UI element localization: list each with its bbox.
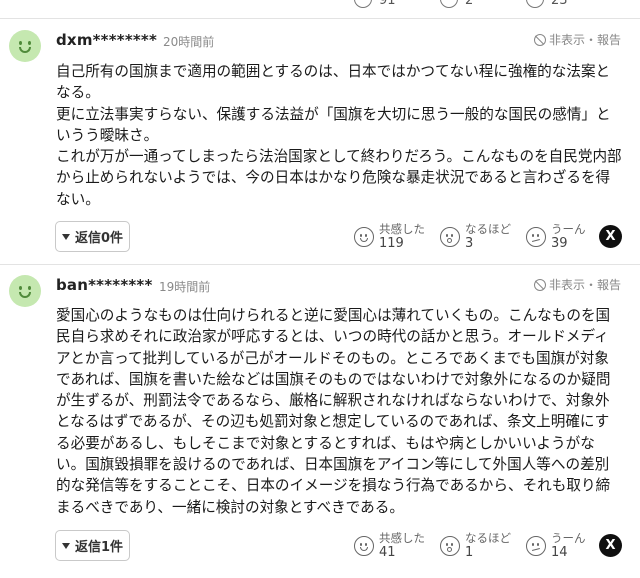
frown-icon — [526, 227, 546, 247]
reaction-uun[interactable]: うーん 39 — [526, 221, 588, 255]
reaction-label: 共感した — [379, 531, 425, 545]
ban-icon — [533, 278, 546, 291]
reaction-naruhodo[interactable]: なるほど 3 — [440, 221, 511, 255]
reaction-count: 91 — [379, 0, 396, 8]
hide-report-label: 非表示・報告 — [548, 33, 621, 47]
surprised-icon — [440, 227, 460, 247]
previous-comment-reactions: 91 2 23 — [0, 0, 640, 18]
frown-icon[interactable] — [526, 0, 544, 8]
comment-username[interactable]: dxm******** — [56, 31, 157, 49]
reaction-count: 14 — [551, 545, 568, 560]
comment-item: dxm******** 20時間前 非表示・報告 自己所有の国旗まで適用の範囲と… — [0, 19, 640, 264]
smile-icon — [354, 227, 374, 247]
reaction-label: なるほど — [465, 222, 511, 236]
reply-toggle-button[interactable]: 返信1件 — [55, 530, 130, 561]
caret-down-icon — [61, 233, 70, 240]
reaction-count: 39 — [551, 236, 568, 251]
comment-time: 19時間前 — [159, 280, 211, 294]
reaction-naruhodo[interactable]: なるほど 1 — [440, 530, 511, 564]
comment-time: 20時間前 — [163, 35, 215, 49]
smile-icon[interactable] — [354, 0, 372, 8]
reply-label: 返信0件 — [74, 231, 124, 246]
reaction-count: 119 — [379, 236, 404, 251]
reply-toggle-button[interactable]: 返信0件 — [55, 221, 130, 252]
reaction-count: 41 — [379, 545, 396, 560]
reaction-label: うーん — [551, 222, 586, 236]
surprised-icon[interactable] — [440, 0, 458, 8]
comment-item: ban******** 19時間前 非表示・報告 愛国心のようなものは仕向けられ… — [0, 265, 640, 578]
frown-icon — [526, 536, 546, 556]
hide-report-link[interactable]: 非表示・報告 — [533, 31, 621, 48]
comment-body: 自己所有の国旗まで適用の範囲とするのは、日本ではかつてない程に強権的な法案となる… — [56, 63, 622, 208]
comment-username[interactable]: ban******** — [56, 276, 153, 294]
avatar — [9, 275, 41, 307]
reply-label: 返信1件 — [74, 540, 124, 555]
avatar — [9, 30, 41, 62]
reaction-label: なるほど — [465, 531, 511, 545]
x-share-button[interactable]: X — [599, 534, 622, 557]
reaction-count: 1 — [465, 545, 474, 560]
reaction-count: 2 — [465, 0, 474, 8]
ban-icon — [533, 33, 546, 46]
reaction-count: 23 — [551, 0, 568, 8]
reaction-uun[interactable]: うーん 14 — [526, 530, 588, 564]
reaction-label: うーん — [551, 531, 586, 545]
reaction-empathize[interactable]: 共感した 119 — [354, 221, 425, 255]
surprised-icon — [440, 536, 460, 556]
smile-icon — [354, 536, 374, 556]
reaction-label: 共感した — [379, 222, 425, 236]
caret-down-icon — [61, 542, 70, 549]
reaction-count: 3 — [465, 236, 474, 251]
hide-report-link[interactable]: 非表示・報告 — [533, 276, 621, 293]
hide-report-label: 非表示・報告 — [548, 278, 621, 292]
reaction-empathize[interactable]: 共感した 41 — [354, 530, 425, 564]
comment-body: 愛国心のようなものは仕向けられると逆に愛国心は薄れていくもの。こんなものを国民自… — [56, 307, 611, 516]
x-share-button[interactable]: X — [599, 225, 622, 248]
